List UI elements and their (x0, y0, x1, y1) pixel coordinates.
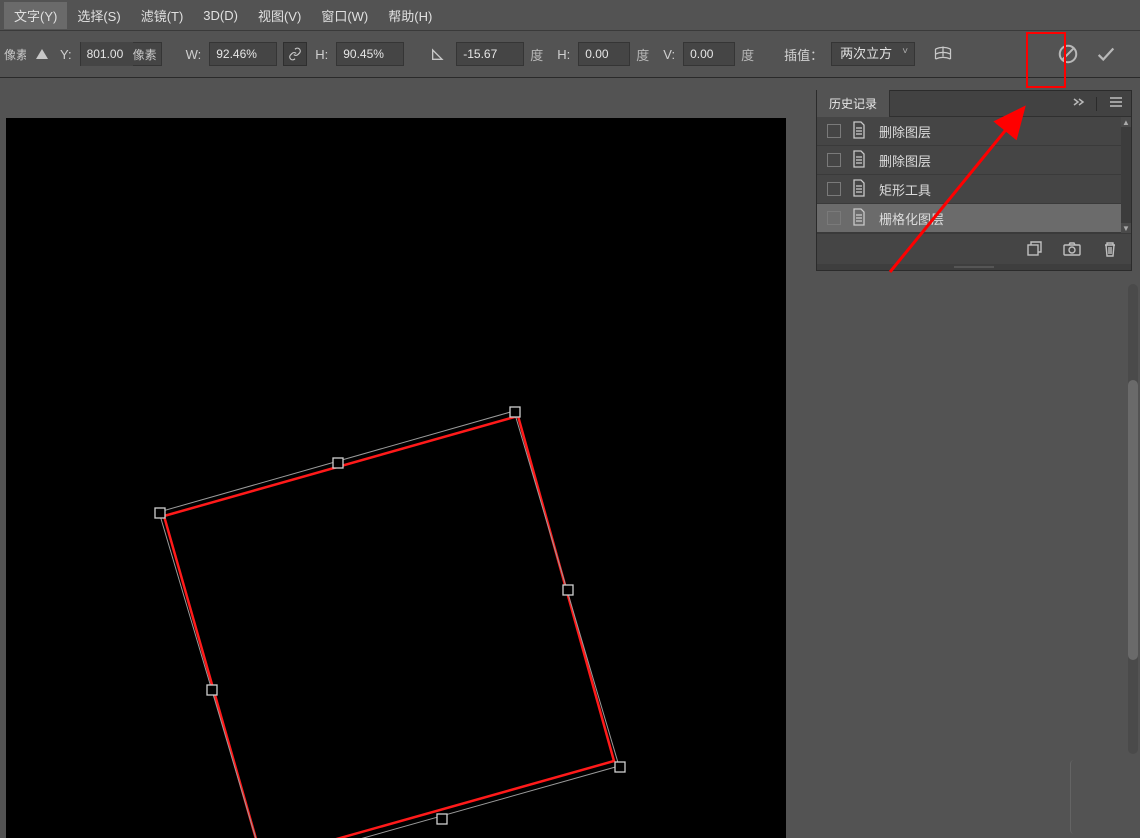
trash-icon[interactable] (1101, 240, 1119, 258)
snapshot-icon[interactable] (1063, 240, 1081, 258)
h-input[interactable] (336, 42, 404, 66)
history-visibility-toggle[interactable] (827, 124, 841, 138)
y-unit-label: 像素 (133, 46, 161, 63)
menu-item-3d[interactable]: 3D(D) (193, 4, 248, 27)
history-item[interactable]: 删除图层 (817, 146, 1131, 175)
panel-resize-grip[interactable] (817, 264, 1131, 270)
history-tab[interactable]: 历史记录 (817, 90, 890, 117)
canvas[interactable] (6, 118, 786, 838)
history-item-label: 删除图层 (879, 151, 1131, 170)
w-input[interactable] (209, 42, 277, 66)
y-input[interactable] (81, 42, 133, 66)
history-panel-header: 历史记录 (817, 91, 1131, 117)
bottom-resize-handle[interactable] (1070, 760, 1114, 834)
history-scrollbar[interactable]: ▲ ▼ (1121, 117, 1131, 233)
skew-v-unit: 度 (741, 45, 760, 64)
reference-point-icon[interactable] (36, 49, 48, 59)
history-item-label: 删除图层 (879, 122, 1131, 141)
menu-item-view[interactable]: 视图(V) (248, 2, 311, 29)
new-doc-from-state-icon[interactable] (1025, 240, 1043, 258)
menu-item-help[interactable]: 帮助(H) (378, 2, 442, 29)
angle-input[interactable] (456, 42, 524, 66)
collapse-panel-icon[interactable] (1066, 97, 1092, 110)
interpolation-label: 插值： (782, 45, 825, 64)
menu-item-window[interactable]: 窗口(W) (311, 2, 378, 29)
menu-item-select[interactable]: 选择(S) (67, 2, 130, 29)
angle-icon (426, 42, 450, 66)
skew-h-input[interactable] (578, 42, 630, 66)
x-unit-label: 像素 (4, 46, 26, 63)
scrollbar-thumb[interactable] (1128, 380, 1138, 660)
document-icon (851, 150, 869, 170)
angle-unit: 度 (530, 45, 549, 64)
document-icon (851, 208, 869, 228)
y-label: Y: (58, 47, 74, 62)
history-visibility-toggle[interactable] (827, 182, 841, 196)
history-item[interactable]: 矩形工具 (817, 175, 1131, 204)
history-list: 删除图层 删除图层 矩形工具 栅格化图层 ▲ ▼ (817, 117, 1131, 233)
commit-icon[interactable] (1094, 42, 1118, 66)
skew-v-label: V: (661, 47, 677, 62)
cancel-icon[interactable] (1056, 42, 1080, 66)
history-footer (817, 233, 1131, 264)
scroll-down-icon[interactable]: ▼ (1121, 223, 1131, 233)
link-icon[interactable] (283, 42, 307, 66)
options-bar: 像素 Y: 像素 W: H: 度 H: 度 V: 度 插值： 两次立方 (0, 30, 1140, 78)
scroll-up-icon[interactable]: ▲ (1121, 117, 1131, 127)
interpolation-select[interactable]: 两次立方 (831, 42, 915, 66)
menu-bar: 文字(Y) 选择(S) 滤镜(T) 3D(D) 视图(V) 窗口(W) 帮助(H… (0, 0, 1140, 30)
menu-item-filter[interactable]: 滤镜(T) (131, 2, 194, 29)
panel-menu-icon[interactable] (1101, 95, 1131, 113)
skew-v-input[interactable] (683, 42, 735, 66)
history-panel: 历史记录 删除图层 删除图层 矩形 (816, 90, 1132, 271)
skew-h-label: H: (555, 47, 572, 62)
history-item[interactable]: 栅格化图层 (817, 204, 1131, 233)
document-icon (851, 121, 869, 141)
history-item[interactable]: 删除图层 (817, 117, 1131, 146)
w-label: W: (184, 47, 204, 62)
document-icon (851, 179, 869, 199)
history-visibility-toggle[interactable] (827, 153, 841, 167)
menu-item-text[interactable]: 文字(Y) (4, 2, 67, 29)
skew-h-unit: 度 (636, 45, 655, 64)
warp-icon[interactable] (931, 42, 955, 66)
h-label: H: (313, 47, 330, 62)
history-visibility-toggle[interactable] (827, 211, 841, 225)
history-item-label: 矩形工具 (879, 180, 1131, 199)
vertical-scrollbar[interactable] (1124, 284, 1140, 834)
history-item-label: 栅格化图层 (879, 209, 1131, 228)
